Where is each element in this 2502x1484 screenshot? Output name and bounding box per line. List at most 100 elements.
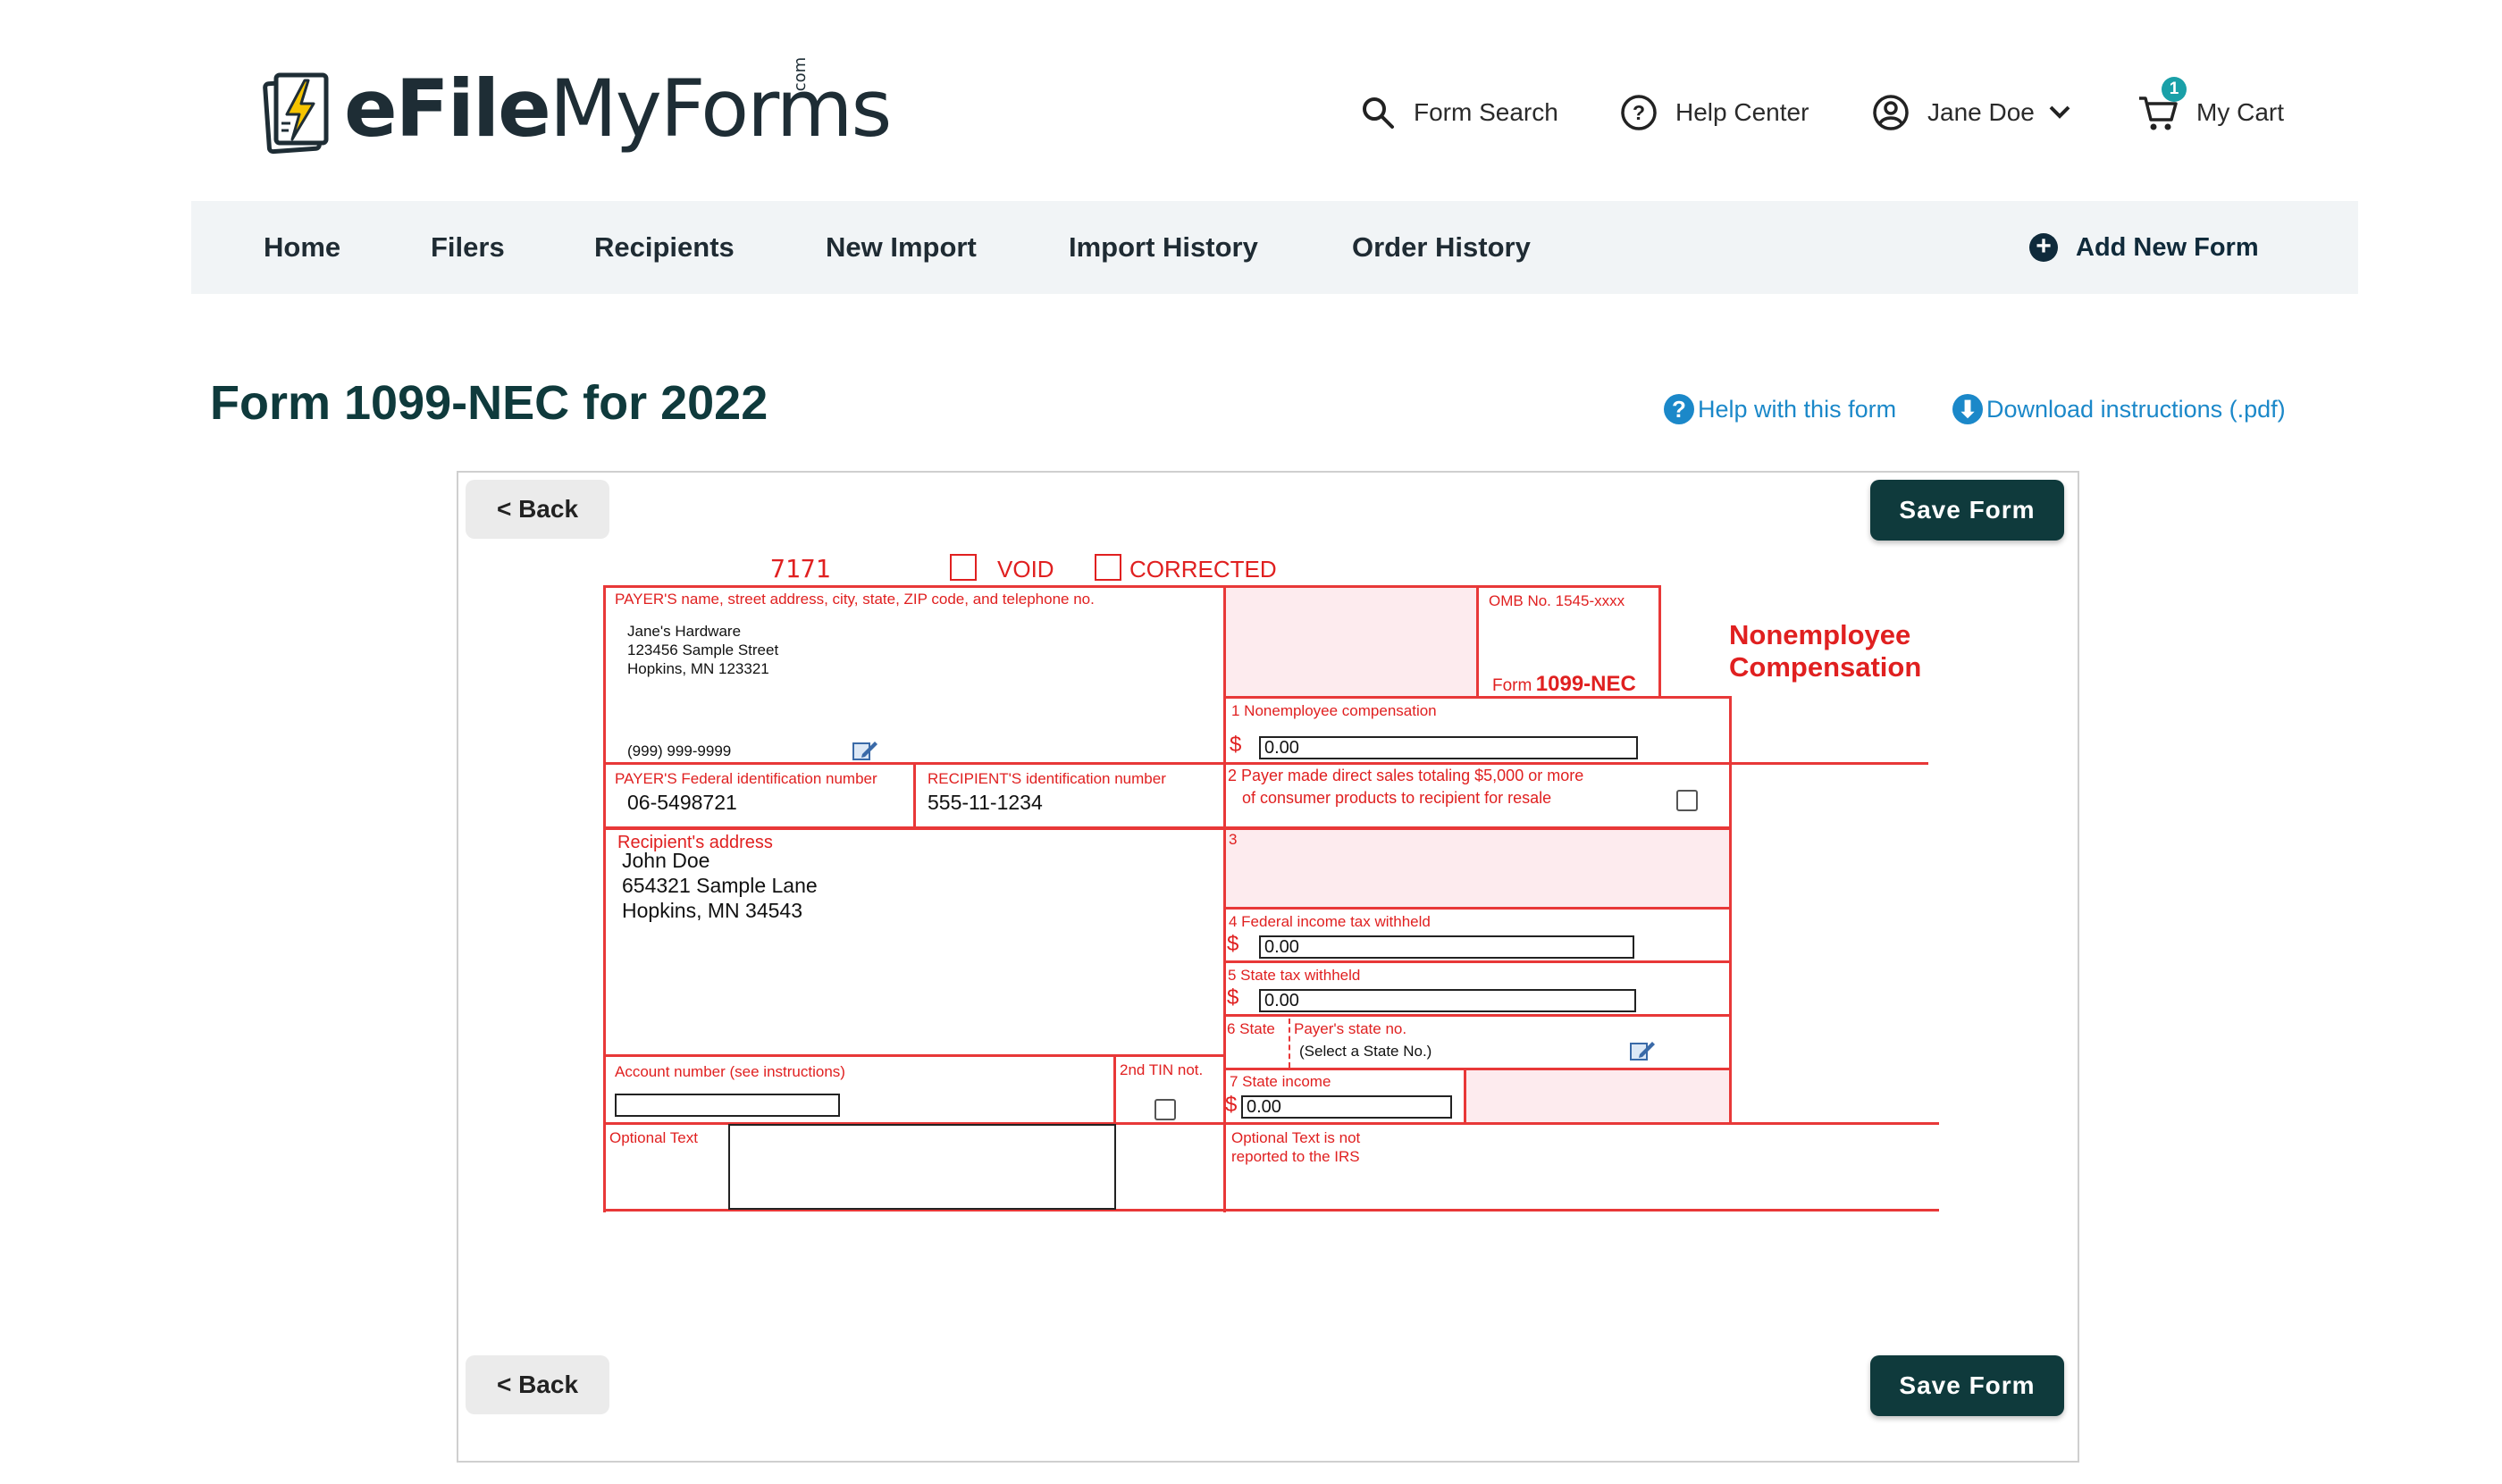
logo-light: MyForms [549,63,893,155]
box6-bottom-line [1223,1068,1732,1070]
recipient-city: Hopkins, MN 34543 [622,899,802,922]
box1-dollar: $ [1230,733,1242,757]
payer-tin: 06-5498721 [627,791,737,814]
omb-divider [1476,585,1479,698]
help-center-link[interactable]: ? Help Center [1620,89,1809,136]
download-instructions-link[interactable]: ⬇ Download instructions (.pdf) [1952,390,2286,429]
plus-circle-icon: + [2029,233,2058,262]
form-divider-middle [1223,585,1226,1212]
box7-divider [1464,1069,1466,1124]
box2-label-line2: of consumer products to recipient for re… [1242,789,1552,807]
address-bottom-line [603,1054,1225,1057]
page-title: Form 1099-NEC for 2022 [210,376,768,430]
add-new-form-button[interactable]: + Add New Form [2029,201,2259,294]
box2-checkbox[interactable] [1676,790,1698,811]
payer-city: Hopkins, MN 123321 [627,660,769,677]
box5-input[interactable]: 0.00 [1259,989,1636,1012]
box5-label: 5 State tax withheld [1228,967,1361,984]
shaded-cell-top [1225,587,1477,698]
box3-bottom-line [1223,907,1732,910]
box6-label: 6 State [1227,1020,1275,1037]
back-button-top[interactable]: < Back [466,480,609,539]
box5-dollar: $ [1227,985,1239,1010]
download-instructions-label: Download instructions (.pdf) [1986,395,2286,423]
logo-bold: eFile [344,63,551,155]
form-id: Form 1099-NEC [1492,672,1636,697]
nav-home[interactable]: Home [264,201,340,294]
box1-label: 1 Nonemployee compensation [1231,702,1437,719]
help-with-form-link[interactable]: ? Help with this form [1664,390,1896,429]
optional-text-input[interactable] [728,1124,1116,1210]
recipient-street: 654321 Sample Lane [622,874,818,897]
form-search-link[interactable]: Form Search [1360,89,1558,136]
account-number-input[interactable] [615,1094,840,1117]
cart-label: My Cart [2196,98,2284,126]
tin-divider [913,764,916,828]
save-form-button-top[interactable]: Save Form [1870,480,2064,541]
user-menu[interactable]: Jane Doe [1872,89,2072,136]
corrected-label: CORRECTED [1129,556,1277,583]
main-nav: Home Filers Recipients New Import Import… [191,201,2358,294]
help-with-form-label: Help with this form [1698,395,1897,423]
payer-state-no-select[interactable]: (Select a State No.) [1299,1043,1432,1061]
nav-import-history[interactable]: Import History [1069,201,1258,294]
form-number: 1099-NEC [1535,672,1636,696]
box7-dollar: $ [1225,1093,1238,1117]
user-name: Jane Doe [1927,98,2035,126]
payer-label: PAYER'S name, street address, city, stat… [615,591,1095,608]
form-code: 7171 [770,554,831,583]
state-dashed-divider [1289,1019,1290,1068]
tin-not-label: 2nd TIN not. [1120,1061,1204,1078]
cart-link[interactable]: My Cart [2137,89,2284,136]
add-new-form-label: Add New Form [2076,232,2259,262]
box4-dollar: $ [1227,932,1239,956]
payer-name: Jane's Hardware [627,623,742,640]
nav-order-history[interactable]: Order History [1352,201,1531,294]
logo-suffix: .com [791,56,810,96]
box4-input[interactable]: 0.00 [1259,935,1634,959]
omb-right-border [1658,585,1661,698]
box1-input[interactable]: 0.00 [1259,736,1638,759]
nav-filers[interactable]: Filers [431,201,505,294]
omb-label: OMB No. 1545-xxxx [1489,592,1625,609]
help-center-label: Help Center [1675,98,1809,126]
back-button-bottom[interactable]: < Back [466,1355,609,1414]
svg-text:?: ? [1633,101,1645,124]
payer-bottom-line [603,762,1928,765]
tin-bottom-line [603,826,1732,830]
optional-note-line2: reported to the IRS [1231,1148,1360,1165]
edit-state-icon[interactable] [1629,1038,1656,1068]
logo-icon[interactable] [262,70,332,155]
form-search-label: Form Search [1414,98,1558,126]
download-icon: ⬇ [1952,394,1983,424]
void-checkbox[interactable] [950,554,977,581]
box7-input[interactable]: 0.00 [1241,1095,1452,1119]
help-circle-icon: ? [1621,95,1657,130]
box3-label: 3 [1229,831,1238,848]
optional-text-label: Optional Text [609,1129,698,1146]
tin-not-checkbox[interactable] [1154,1099,1176,1120]
void-label: VOID [997,556,1054,583]
recipient-tin: 555-11-1234 [928,791,1043,814]
recipient-tin-label: RECIPIENT'S identification number [928,770,1166,787]
edit-payer-icon[interactable] [852,738,878,767]
question-icon: ? [1664,394,1694,424]
box3-cell [1225,828,1731,909]
payer-state-no-label: Payer's state no. [1294,1020,1407,1037]
nav-recipients[interactable]: Recipients [594,201,735,294]
box4-label: 4 Federal income tax withheld [1229,913,1431,930]
optional-note-line1: Optional Text is not [1231,1129,1361,1146]
account-number-label: Account number (see instructions) [615,1063,845,1080]
search-icon [1363,97,1394,129]
box5-bottom-line [1223,1014,1732,1017]
cart-count-badge: 1 [2162,77,2187,102]
form-word: Form [1492,676,1532,695]
corrected-checkbox[interactable] [1095,554,1121,581]
form-border-top [603,585,1660,588]
side-title-line1: Nonemployee [1729,619,1911,650]
side-title-line2: Compensation [1729,651,1922,683]
nav-new-import[interactable]: New Import [826,201,977,294]
save-form-button-bottom[interactable]: Save Form [1870,1355,2064,1416]
payer-street: 123456 Sample Street [627,641,779,658]
form-border-left [603,585,606,1212]
